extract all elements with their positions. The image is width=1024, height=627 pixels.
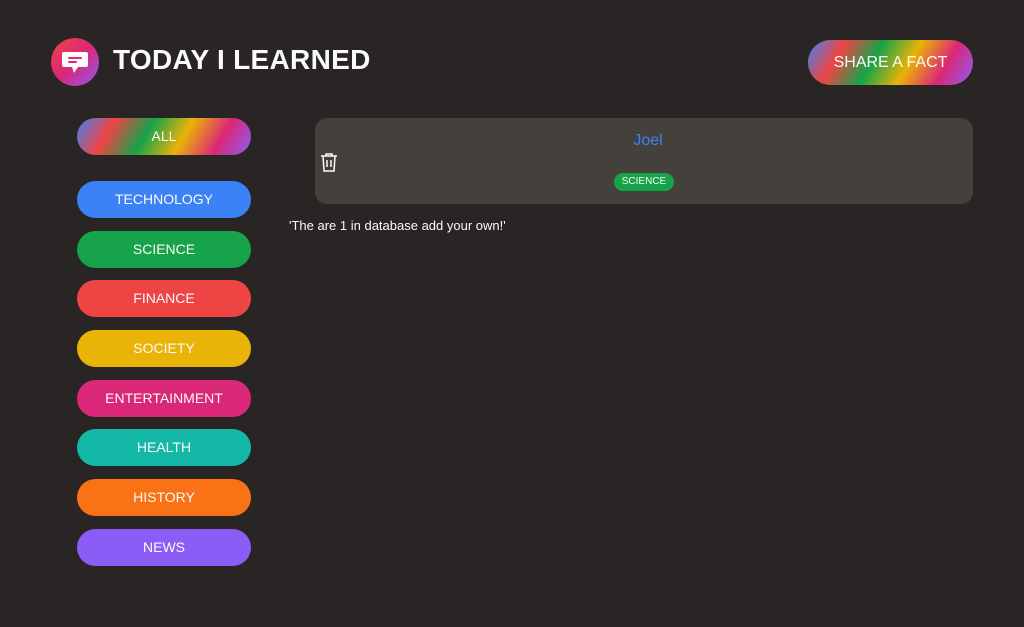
category-history-button[interactable]: HISTORY	[77, 479, 251, 517]
category-finance-button[interactable]: FINANCE	[77, 280, 251, 318]
category-society-button[interactable]: SOCIETY	[77, 330, 251, 368]
page-title: TODAY I LEARNED	[113, 44, 371, 75]
category-news-button[interactable]: NEWS	[77, 528, 251, 566]
fact-author: Joel	[633, 132, 663, 149]
fact-card: Joel SCIENCE	[315, 118, 973, 204]
share-fact-button[interactable]: SHARE A FACT	[808, 40, 973, 85]
category-technology-button[interactable]: TECHNOLOGY	[77, 181, 251, 218]
category-health-button[interactable]: HEALTH	[77, 429, 251, 467]
fact-count-message: 'The are 1 in database add your own!'	[289, 218, 506, 233]
category-science-button[interactable]: SCIENCE	[77, 230, 251, 268]
category-sidebar: ALL TECHNOLOGY SCIENCE FINANCE SOCIETY E…	[77, 118, 251, 579]
trash-icon[interactable]	[320, 152, 338, 172]
category-all-button[interactable]: ALL	[77, 118, 251, 155]
category-tag: SCIENCE	[614, 173, 674, 191]
app-header: TODAY I LEARNED SHARE A FACT	[51, 38, 973, 86]
category-entertainment-button[interactable]: ENTERTAINMENT	[77, 379, 251, 417]
chat-bubble-icon	[51, 38, 99, 86]
